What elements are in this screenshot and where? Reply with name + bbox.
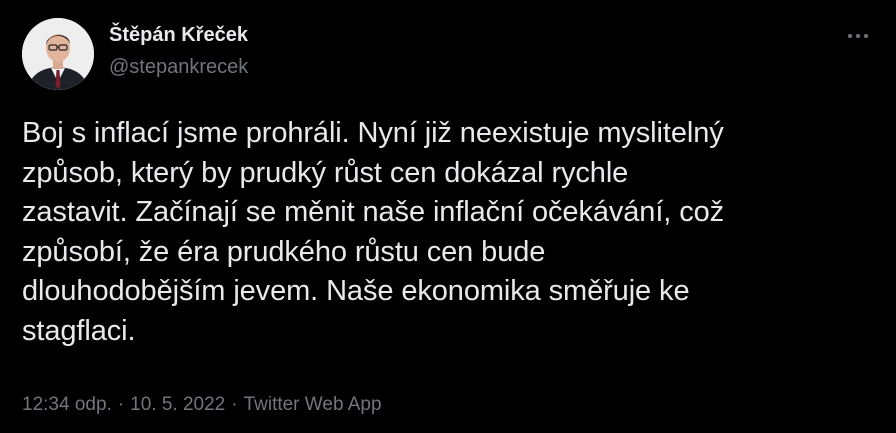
tweet-meta: 12:34 odp. · 10. 5. 2022 · Twitter Web A… (22, 393, 382, 417)
author-display-name[interactable]: Štěpán Křeček (109, 23, 248, 47)
meta-separator: · (231, 394, 238, 415)
author-block: Štěpán Křeček @stepankrecek (109, 23, 248, 79)
avatar[interactable] (22, 18, 94, 90)
tweet-date[interactable]: 10. 5. 2022 (130, 393, 225, 417)
tweet-time[interactable]: 12:34 odp. (22, 393, 112, 417)
tweet-source-link[interactable]: Twitter Web App (244, 393, 382, 417)
more-horizontal-icon (848, 34, 868, 38)
meta-separator: · (117, 394, 125, 415)
tweet: Štěpán Křeček @stepankrecek Boj s inflac… (0, 0, 896, 433)
more-options-button[interactable] (844, 24, 872, 48)
tweet-text: Boj s inflací jsme prohráli. Nyní již ne… (22, 117, 725, 347)
avatar-portrait-icon (22, 18, 94, 90)
author-handle[interactable]: @stepankrecek (109, 55, 248, 79)
